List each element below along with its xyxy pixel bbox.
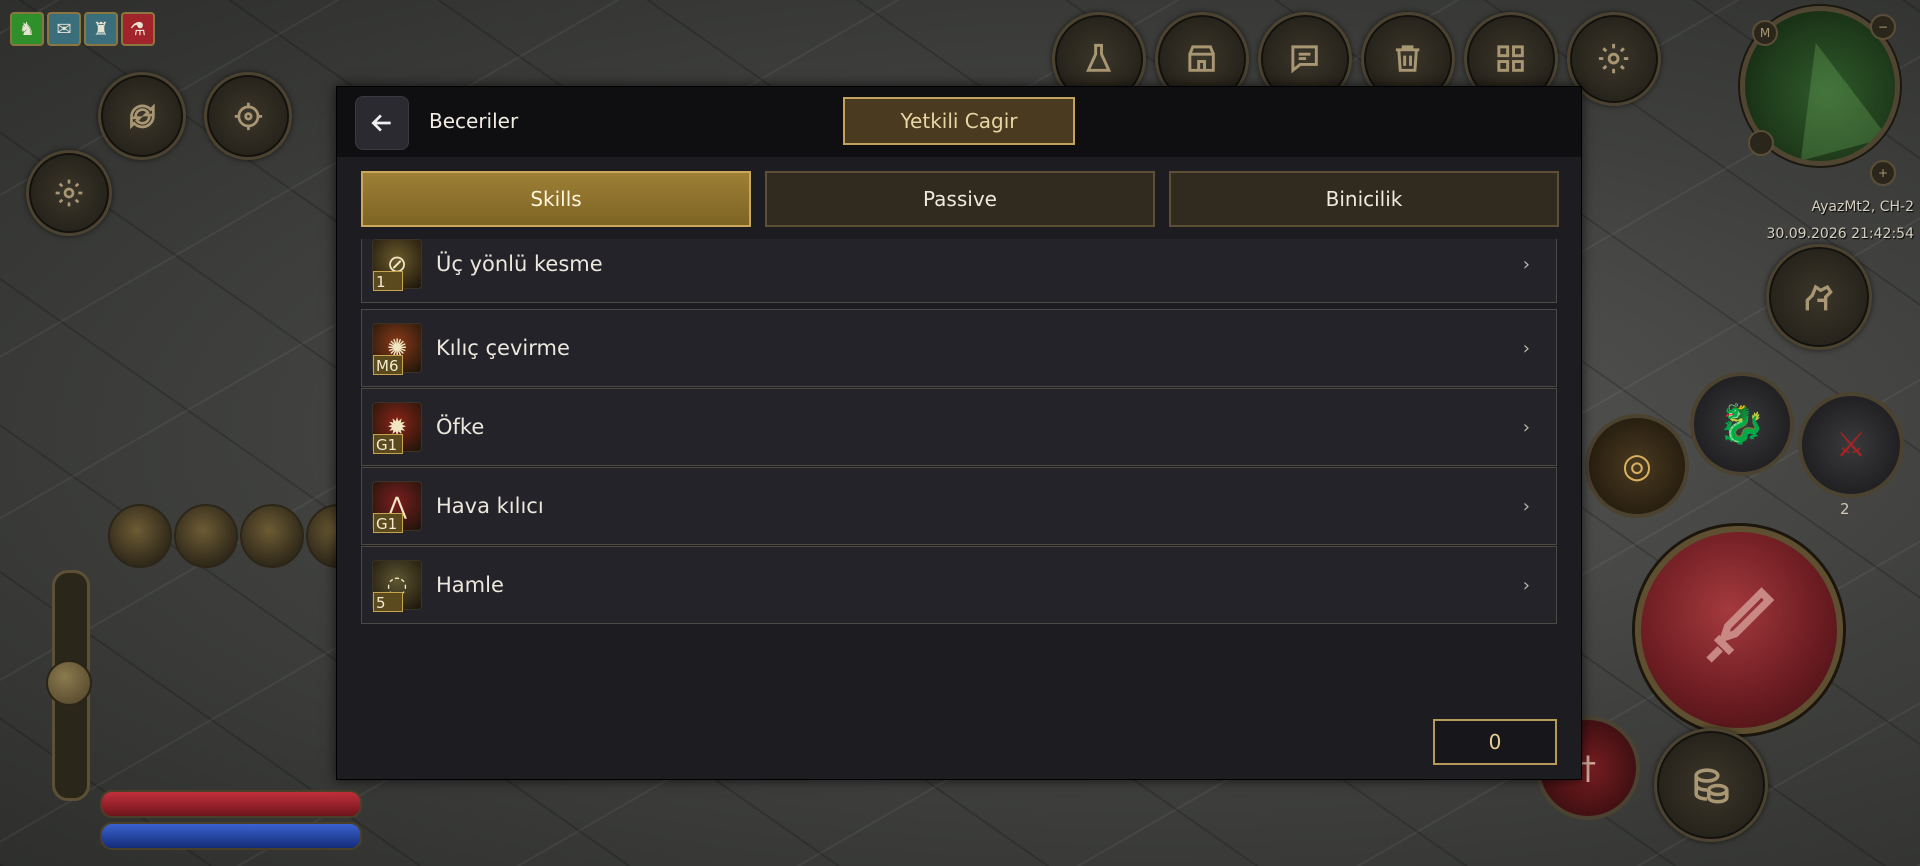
gear-icon	[1599, 44, 1629, 74]
blade-icon: ⚔	[1835, 425, 1867, 465]
skill-icon: ⋀ G1	[372, 481, 422, 533]
dragon-icon: 🐉	[1718, 401, 1766, 446]
coins-icon	[1694, 768, 1729, 804]
skill-points: 0	[1433, 719, 1557, 765]
horse-icon	[1805, 284, 1833, 311]
shop-icon	[1188, 45, 1216, 73]
chevron-right-icon: ›	[1522, 253, 1530, 275]
skill-row[interactable]: ⊘ 1 Üç yönlü kesme ›	[361, 239, 1557, 303]
buff-bar: ♞ ✉ ♜ ⚗	[10, 12, 155, 46]
server-channel: AyazMt2, CH-2	[1811, 199, 1914, 215]
skill-row[interactable]: ✺ M6 Kılıç çevirme ›	[361, 309, 1557, 387]
slot-number: 2	[1840, 500, 1850, 518]
skill-icon: ✺ M6	[372, 323, 422, 375]
minimap-zoom-out-button[interactable]: −	[1870, 14, 1896, 40]
skill-row[interactable]: ◌ 5 Hamle ›	[361, 546, 1557, 624]
statue-buff-icon: ♜	[84, 12, 118, 46]
minimap-view-cone	[1772, 31, 1888, 161]
sword-icon	[1706, 587, 1775, 663]
status-bars	[100, 790, 362, 854]
buff-glyph: ✉	[56, 18, 72, 40]
plus-icon: +	[1877, 166, 1889, 180]
chevron-right-icon: ›	[1522, 495, 1530, 517]
skill-list[interactable]: ⊘ 1 Üç yönlü kesme › ✺ M6 Kılıç çevirme › ✹ G1 Öfk…	[361, 239, 1557, 699]
skill-slot-dragon[interactable]: 🐉	[1690, 372, 1794, 476]
chevron-right-icon: ›	[1522, 337, 1530, 359]
m-icon: M	[1759, 26, 1771, 40]
quick-settings-button[interactable]	[26, 150, 112, 236]
minimap-mode-button[interactable]: M	[1752, 20, 1778, 46]
skills-dialog: Beceriler Yetkili Cagir Skills Passive B…	[336, 86, 1582, 780]
skill-level-badge: M6	[373, 355, 403, 375]
gear-icon	[55, 179, 83, 207]
skill-row[interactable]: ✹ G1 Öfke ›	[361, 388, 1557, 466]
orb-icon: ◎	[1622, 446, 1652, 486]
skill-level-badge: 1	[373, 271, 403, 291]
skill-icon: ◌ 5	[372, 560, 422, 612]
sword-icon: †	[1580, 749, 1596, 787]
horse-buff-icon: ♞	[10, 12, 44, 46]
flask-icon	[1086, 44, 1112, 73]
zoom-slider-knob[interactable]	[46, 660, 92, 706]
arrow-left-icon	[371, 114, 391, 132]
skill-tabs: Skills Passive Binicilik	[361, 171, 1559, 227]
chat-icon	[1291, 45, 1319, 74]
minimap-handle-left[interactable]	[1748, 130, 1774, 156]
server-time: 30.09.2026 21:42:54	[1766, 226, 1915, 242]
buff-glyph: ⚗	[129, 18, 147, 40]
chevron-right-icon: ›	[1522, 416, 1530, 438]
skill-level-badge: G1	[373, 513, 403, 533]
skill-name: Hamle	[436, 573, 504, 597]
mp-bar	[100, 822, 362, 850]
skill-row[interactable]: ⋀ G1 Hava kılıcı ›	[361, 467, 1557, 545]
skill-icon: ⊘ 1	[372, 239, 422, 291]
refresh-icon	[129, 103, 155, 129]
auto-button[interactable]	[98, 72, 186, 160]
tab-skills[interactable]: Skills	[361, 171, 751, 227]
minus-icon: −	[1877, 20, 1889, 34]
chevron-right-icon: ›	[1522, 574, 1530, 596]
skill-name: Kılıç çevirme	[436, 336, 570, 360]
skill-name: Öfke	[436, 415, 485, 439]
dialog-header: Beceriler Yetkili Cagir	[337, 87, 1581, 157]
minimap-zoom-in-button[interactable]: +	[1870, 160, 1896, 186]
skill-name: Üç yönlü kesme	[436, 252, 603, 276]
mount-button[interactable]	[1766, 244, 1872, 350]
skill-level-badge: G1	[373, 434, 403, 454]
buff-glyph: ♞	[18, 18, 36, 40]
attack-button[interactable]	[1635, 526, 1843, 734]
quickbar-orb[interactable]	[108, 504, 172, 568]
back-button[interactable]	[355, 96, 409, 150]
quickbar-orbs	[108, 504, 370, 568]
skill-icon: ✹ G1	[372, 402, 422, 454]
crosshair-icon	[234, 102, 262, 130]
scroll-buff-icon: ✉	[47, 12, 81, 46]
quickbar-orb[interactable]	[240, 504, 304, 568]
skill-name: Hava kılıcı	[436, 494, 544, 518]
coins-button[interactable]	[1654, 728, 1768, 842]
call-gm-button[interactable]: Yetkili Cagir	[843, 97, 1075, 145]
trash-icon	[1396, 45, 1420, 73]
quickbar-orb[interactable]	[174, 504, 238, 568]
dialog-title: Beceriler	[429, 109, 519, 133]
server-info: AyazMt2, CH-2 30.09.2026 21:42:54	[1767, 194, 1915, 248]
hp-bar	[100, 790, 362, 818]
skill-slot-orb[interactable]: ◎	[1585, 414, 1689, 518]
target-button[interactable]	[204, 72, 292, 160]
skill-level-badge: 5	[373, 592, 403, 612]
tab-binicilik[interactable]: Binicilik	[1169, 171, 1559, 227]
skill-slot-blade[interactable]: ⚔	[1798, 392, 1904, 498]
grid-menu-icon	[1497, 45, 1525, 73]
potion-buff-icon: ⚗	[121, 12, 155, 46]
buff-glyph: ♜	[92, 18, 110, 40]
tab-passive[interactable]: Passive	[765, 171, 1155, 227]
